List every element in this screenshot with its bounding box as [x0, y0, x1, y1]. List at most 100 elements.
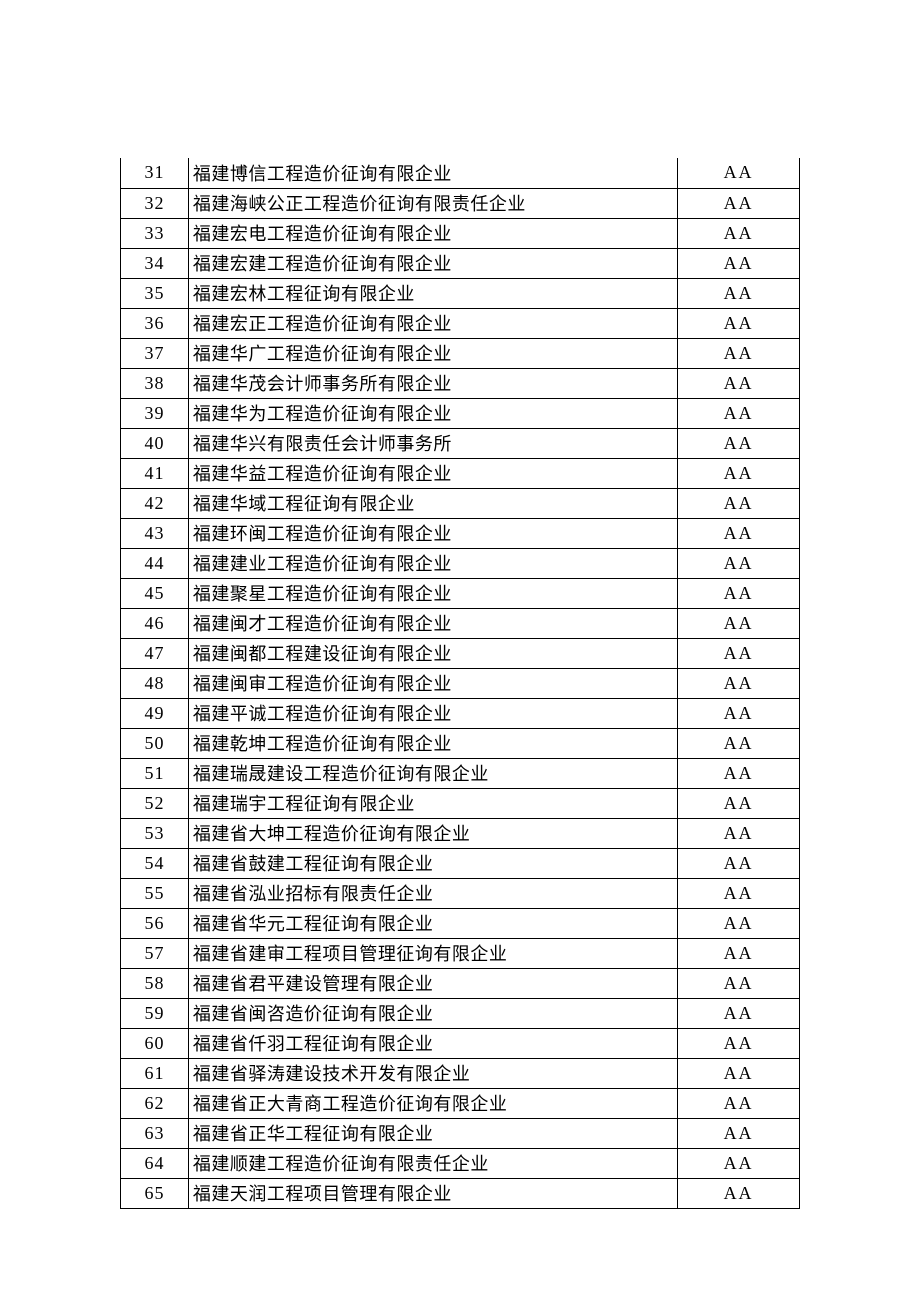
row-number: 37 [121, 338, 189, 368]
company-name: 福建瑞宇工程征询有限企业 [188, 788, 677, 818]
rating: AA [678, 488, 800, 518]
company-name: 福建华域工程征询有限企业 [188, 488, 677, 518]
company-name: 福建天润工程项目管理有限企业 [188, 1178, 677, 1208]
company-name: 福建省正大青商工程造价征询有限企业 [188, 1088, 677, 1118]
company-name: 福建闽审工程造价征询有限企业 [188, 668, 677, 698]
row-number: 55 [121, 878, 189, 908]
row-number: 34 [121, 248, 189, 278]
row-number: 38 [121, 368, 189, 398]
row-number: 36 [121, 308, 189, 338]
table-row: 37福建华广工程造价征询有限企业AA [121, 338, 800, 368]
rating: AA [678, 248, 800, 278]
row-number: 44 [121, 548, 189, 578]
rating: AA [678, 728, 800, 758]
rating: AA [678, 368, 800, 398]
row-number: 46 [121, 608, 189, 638]
rating: AA [678, 758, 800, 788]
table-row: 44福建建业工程造价征询有限企业AA [121, 548, 800, 578]
table-row: 32福建海峡公正工程造价征询有限责任企业AA [121, 188, 800, 218]
company-name: 福建聚星工程造价征询有限企业 [188, 578, 677, 608]
company-name: 福建建业工程造价征询有限企业 [188, 548, 677, 578]
rating: AA [678, 1178, 800, 1208]
company-name: 福建省大坤工程造价征询有限企业 [188, 818, 677, 848]
rating: AA [678, 428, 800, 458]
company-name: 福建海峡公正工程造价征询有限责任企业 [188, 188, 677, 218]
row-number: 47 [121, 638, 189, 668]
row-number: 64 [121, 1148, 189, 1178]
company-name: 福建顺建工程造价征询有限责任企业 [188, 1148, 677, 1178]
table-row: 56福建省华元工程征询有限企业AA [121, 908, 800, 938]
rating: AA [678, 938, 800, 968]
table-row: 54福建省鼓建工程征询有限企业AA [121, 848, 800, 878]
row-number: 61 [121, 1058, 189, 1088]
company-name: 福建华益工程造价征询有限企业 [188, 458, 677, 488]
table-row: 64福建顺建工程造价征询有限责任企业AA [121, 1148, 800, 1178]
rating: AA [678, 698, 800, 728]
table-row: 55福建省泓业招标有限责任企业AA [121, 878, 800, 908]
table-row: 33福建宏电工程造价征询有限企业AA [121, 218, 800, 248]
rating: AA [678, 1148, 800, 1178]
company-name: 福建华兴有限责任会计师事务所 [188, 428, 677, 458]
company-name: 福建华为工程造价征询有限企业 [188, 398, 677, 428]
row-number: 53 [121, 818, 189, 848]
table-row: 48福建闽审工程造价征询有限企业AA [121, 668, 800, 698]
table-row: 57福建省建审工程项目管理征询有限企业AA [121, 938, 800, 968]
row-number: 35 [121, 278, 189, 308]
table-row: 42福建华域工程征询有限企业AA [121, 488, 800, 518]
row-number: 59 [121, 998, 189, 1028]
table-row: 58福建省君平建设管理有限企业AA [121, 968, 800, 998]
row-number: 32 [121, 188, 189, 218]
rating: AA [678, 218, 800, 248]
row-number: 40 [121, 428, 189, 458]
rating: AA [678, 188, 800, 218]
company-name: 福建宏建工程造价征询有限企业 [188, 248, 677, 278]
row-number: 41 [121, 458, 189, 488]
table-row: 50福建乾坤工程造价征询有限企业AA [121, 728, 800, 758]
company-name: 福建省正华工程征询有限企业 [188, 1118, 677, 1148]
table-row: 53福建省大坤工程造价征询有限企业AA [121, 818, 800, 848]
row-number: 63 [121, 1118, 189, 1148]
table-row: 60福建省仟羽工程征询有限企业AA [121, 1028, 800, 1058]
table-row: 61福建省驿涛建设技术开发有限企业AA [121, 1058, 800, 1088]
company-name: 福建博信工程造价征询有限企业 [188, 158, 677, 188]
table-row: 51福建瑞晟建设工程造价征询有限企业AA [121, 758, 800, 788]
rating: AA [678, 398, 800, 428]
table-row: 62福建省正大青商工程造价征询有限企业AA [121, 1088, 800, 1118]
row-number: 56 [121, 908, 189, 938]
rating: AA [678, 518, 800, 548]
company-name: 福建省鼓建工程征询有限企业 [188, 848, 677, 878]
row-number: 54 [121, 848, 189, 878]
rating: AA [678, 968, 800, 998]
company-name: 福建省仟羽工程征询有限企业 [188, 1028, 677, 1058]
row-number: 52 [121, 788, 189, 818]
rating: AA [678, 878, 800, 908]
company-name: 福建宏正工程造价征询有限企业 [188, 308, 677, 338]
row-number: 57 [121, 938, 189, 968]
company-name: 福建环闽工程造价征询有限企业 [188, 518, 677, 548]
company-name: 福建省泓业招标有限责任企业 [188, 878, 677, 908]
row-number: 39 [121, 398, 189, 428]
company-name: 福建省华元工程征询有限企业 [188, 908, 677, 938]
row-number: 31 [121, 158, 189, 188]
company-name: 福建宏林工程征询有限企业 [188, 278, 677, 308]
rating: AA [678, 1028, 800, 1058]
table-row: 41福建华益工程造价征询有限企业AA [121, 458, 800, 488]
table-row: 45福建聚星工程造价征询有限企业AA [121, 578, 800, 608]
table-row: 63福建省正华工程征询有限企业AA [121, 1118, 800, 1148]
row-number: 33 [121, 218, 189, 248]
row-number: 45 [121, 578, 189, 608]
company-name: 福建省建审工程项目管理征询有限企业 [188, 938, 677, 968]
row-number: 43 [121, 518, 189, 548]
company-name: 福建平诚工程造价征询有限企业 [188, 698, 677, 728]
company-name: 福建宏电工程造价征询有限企业 [188, 218, 677, 248]
company-name: 福建省闽咨造价征询有限企业 [188, 998, 677, 1028]
company-name: 福建闽都工程建设征询有限企业 [188, 638, 677, 668]
table-row: 40福建华兴有限责任会计师事务所AA [121, 428, 800, 458]
rating: AA [678, 608, 800, 638]
table-row: 36福建宏正工程造价征询有限企业AA [121, 308, 800, 338]
table-row: 46福建闽才工程造价征询有限企业AA [121, 608, 800, 638]
row-number: 60 [121, 1028, 189, 1058]
table-row: 35福建宏林工程征询有限企业AA [121, 278, 800, 308]
company-name: 福建瑞晟建设工程造价征询有限企业 [188, 758, 677, 788]
table-row: 39福建华为工程造价征询有限企业AA [121, 398, 800, 428]
